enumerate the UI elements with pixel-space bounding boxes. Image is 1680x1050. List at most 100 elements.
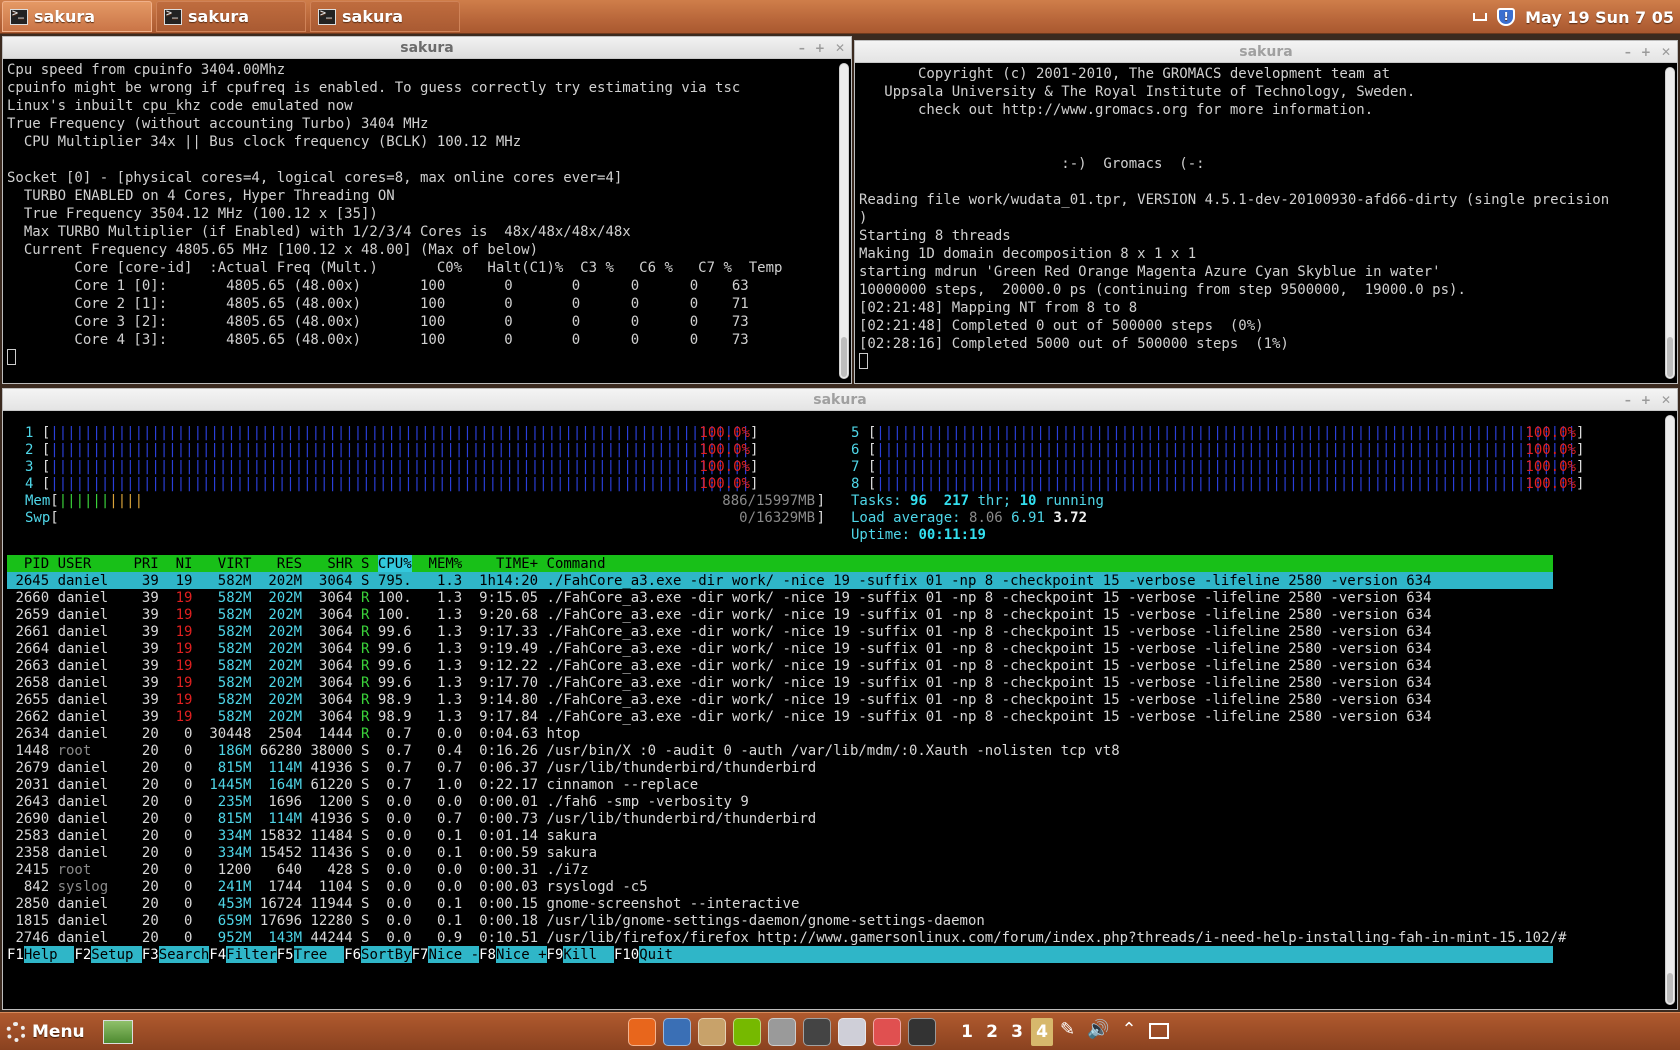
column-header-ni[interactable]: NI	[176, 555, 193, 573]
fkey-label[interactable]: Setup	[91, 946, 142, 964]
column-header-pri[interactable]: PRI	[133, 555, 158, 573]
workspace-2[interactable]: 2	[981, 1018, 1003, 1046]
scrollbar[interactable]	[839, 63, 849, 379]
column-header-res[interactable]: RES	[277, 555, 302, 573]
column-header-shr[interactable]: SHR	[327, 555, 352, 573]
process-row[interactable]: 2655 daniel 39 19 582M 202M 3064 R 98.9 1.3 9:14.8…	[7, 691, 1553, 708]
process-row[interactable]: 2850 daniel 20 0 453M 16724 11944 S 0.0 0.1 0:00.1…	[7, 895, 1553, 912]
taskbar-item-sakura-2[interactable]: sakura	[156, 1, 306, 32]
column-header-s[interactable]: S	[361, 555, 369, 573]
process-row[interactable]: 842 syslog 20 0 241M 1744 1104 S 0.0 0.0 0:00.03 rs…	[7, 878, 1553, 895]
minimize-icon[interactable]: –	[1625, 389, 1631, 411]
shield-update-icon[interactable]: !	[1497, 8, 1516, 26]
pen-icon[interactable]: ✎	[1060, 1019, 1075, 1040]
process-row[interactable]: 2583 daniel 20 0 334M 15832 11484 S 0.0 0.1 0:01.1…	[7, 827, 1553, 844]
process-row[interactable]: 2679 daniel 20 0 815M 114M 41936 S 0.7 0.7 0:06.37…	[7, 759, 1553, 776]
windows-list-icon[interactable]	[1148, 1023, 1169, 1039]
process-row[interactable]: 1448 root 20 0 186M 66280 38000 S 0.7 0.4 0:16.26 /…	[7, 742, 1553, 759]
fkey-f1[interactable]: F1	[7, 946, 24, 964]
column-header-mem[interactable]: MEM%	[429, 555, 463, 573]
fkey-f7[interactable]: F7	[411, 946, 429, 964]
minimize-icon[interactable]: –	[799, 37, 805, 59]
disk-icon[interactable]	[768, 1018, 796, 1046]
process-row[interactable]: 2659 daniel 39 19 582M 202M 3064 R 100. 1.3 9:20.6…	[7, 606, 1553, 623]
maximize-icon[interactable]: +	[1641, 41, 1651, 63]
fkey-label[interactable]: Help	[24, 946, 75, 964]
fkey-label[interactable]: Filter	[226, 946, 277, 964]
thunderbird-icon[interactable]	[663, 1018, 691, 1046]
fkey-f3[interactable]: F3	[141, 946, 159, 964]
process-row[interactable]: 2690 daniel 20 0 815M 114M 41936 S 0.0 0.7 0:00.73…	[7, 810, 1553, 827]
process-row[interactable]: 2643 daniel 20 0 235M 1696 1200 S 0.0 0.0 0:00.01.…	[7, 793, 1553, 810]
scrollbar-thumb[interactable]	[1667, 973, 1673, 1003]
process-row[interactable]: 2358 daniel 20 0 334M 15452 11436 S 0.0 0.1 0:00.5…	[7, 844, 1553, 861]
terminal-icon[interactable]	[908, 1018, 936, 1046]
column-header-pid[interactable]: PID	[24, 555, 49, 573]
close-icon[interactable]: ✕	[835, 37, 845, 59]
show-desktop-icon[interactable]	[102, 1020, 133, 1044]
fkey-label[interactable]: SortBy	[361, 946, 412, 964]
fkey-label[interactable]: Nice -	[429, 946, 480, 964]
window-titlebar[interactable]: sakura – + ✕	[855, 41, 1677, 63]
workspace-4[interactable]: 4	[1031, 1018, 1053, 1046]
process-row[interactable]: 2746 daniel 20 0 952M 143M 44244 S 0.0 0.9 0:10.51…	[7, 929, 1566, 946]
window-titlebar[interactable]: sakura – + ✕	[3, 389, 1677, 411]
terminal-output[interactable]: Copyright (c) 2001-2010, The GROMACS dev…	[855, 63, 1677, 376]
files-icon[interactable]	[698, 1018, 726, 1046]
terminal-output[interactable]: Cpu speed from cpuinfo 3404.00Mhz cpuinfo…	[3, 59, 851, 372]
maximize-icon[interactable]: +	[1641, 389, 1651, 411]
column-header-virt[interactable]: VIRT	[218, 555, 252, 573]
maximize-icon[interactable]: +	[815, 37, 825, 59]
keyboard-icon[interactable]	[1473, 13, 1488, 21]
scrollbar-thumb[interactable]	[841, 337, 847, 377]
menu-button[interactable]: Menu	[6, 1017, 133, 1047]
nvidia-icon[interactable]	[733, 1018, 761, 1046]
terminal-window-htop[interactable]: sakura – + ✕ 1[|||||||||||||||||||||||||||…	[2, 388, 1678, 1010]
fkey-f9[interactable]: F9	[546, 946, 564, 964]
column-header-user[interactable]: USER	[58, 555, 92, 573]
scrollbar[interactable]	[1665, 415, 1675, 1005]
workspace-3[interactable]: 3	[1006, 1018, 1028, 1046]
terminal-window-i7z[interactable]: sakura – + ✕ Cpu speed from cpuinfo 3404.0…	[2, 36, 852, 384]
process-row[interactable]: 2645 daniel 39 19 582M 202M 3064 S 795. 1.3 1h14:2…	[7, 572, 1553, 589]
process-row[interactable]: 2664 daniel 39 19 582M 202M 3064 R 99.6 1.3 9:19.4…	[7, 640, 1553, 657]
fkey-label[interactable]: Nice +	[496, 946, 547, 964]
fkey-label[interactable]: Kill	[563, 946, 614, 964]
process-row[interactable]: 2661 daniel 39 19 582M 202M 3064 R 99.6 1.3 9:17.3…	[7, 623, 1553, 640]
clock[interactable]: May 19 Sun 7 05	[1525, 8, 1674, 27]
process-row[interactable]: 2660 daniel 39 19 582M 202M 3064 R 100. 1.3 9:15.0…	[7, 589, 1553, 606]
process-row[interactable]: 1815 daniel 20 0 659M 17696 12280 S 0.0 0.1 0:00.1…	[7, 912, 1553, 929]
fkey-f2[interactable]: F2	[74, 946, 92, 964]
mail-icon[interactable]	[873, 1018, 901, 1046]
fkey-f5[interactable]: F5	[276, 946, 294, 964]
chromium-icon[interactable]	[838, 1018, 866, 1046]
htop-screen[interactable]: 1[||||||||||||||||||||||||||||||||||||||…	[3, 412, 1677, 1009]
scrollbar-thumb[interactable]	[1667, 337, 1673, 377]
fkey-f8[interactable]: F8	[479, 946, 496, 964]
process-row[interactable]: 2415 root 20 0 1200 640 428 S 0.0 0.0 0:00.31 ./i7z	[7, 861, 1553, 878]
fkey-f6[interactable]: F6	[344, 946, 362, 964]
close-icon[interactable]: ✕	[1661, 389, 1671, 411]
volume-icon[interactable]: 🔊	[1087, 1019, 1109, 1040]
column-header-cpu[interactable]: CPU%	[377, 555, 412, 573]
column-header-time[interactable]: TIME+	[496, 555, 538, 573]
process-row[interactable]: 2031 daniel 20 0 1445M 164M 61220 S 0.7 1.0 0:22.1…	[7, 776, 1553, 793]
chevron-up-icon[interactable]: ⌃	[1122, 1019, 1137, 1040]
taskbar-item-sakura-1[interactable]: sakura	[2, 1, 152, 32]
column-header-command[interactable]: Command	[547, 555, 606, 573]
process-row[interactable]: 2658 daniel 39 19 582M 202M 3064 R 99.6 1.3 9:17.7…	[7, 674, 1553, 691]
fkey-label[interactable]: Tree	[294, 946, 345, 964]
scrollbar[interactable]	[1665, 67, 1675, 379]
fkey-f4[interactable]: F4	[209, 946, 227, 964]
taskbar-item-sakura-3[interactable]: sakura	[310, 1, 460, 32]
terminal-window-gromacs[interactable]: sakura – + ✕ Copyright (c) 2001-2010, The …	[854, 40, 1678, 384]
process-row[interactable]: 2662 daniel 39 19 582M 202M 3064 R 98.9 1.3 9:17.8…	[7, 708, 1553, 725]
firefox-icon[interactable]	[628, 1018, 656, 1046]
workspace-1[interactable]: 1	[956, 1018, 978, 1046]
process-row[interactable]: 2634 daniel 20 0 30448 2504 1444 R 0.7 0.0 0:04.63…	[7, 725, 1553, 742]
fkey-label[interactable]: Quit	[639, 946, 673, 964]
minimize-icon[interactable]: –	[1625, 41, 1631, 63]
fkey-label[interactable]: Search	[159, 946, 210, 964]
window-titlebar[interactable]: sakura – + ✕	[3, 37, 851, 59]
fkey-f10[interactable]: F10	[613, 946, 640, 964]
